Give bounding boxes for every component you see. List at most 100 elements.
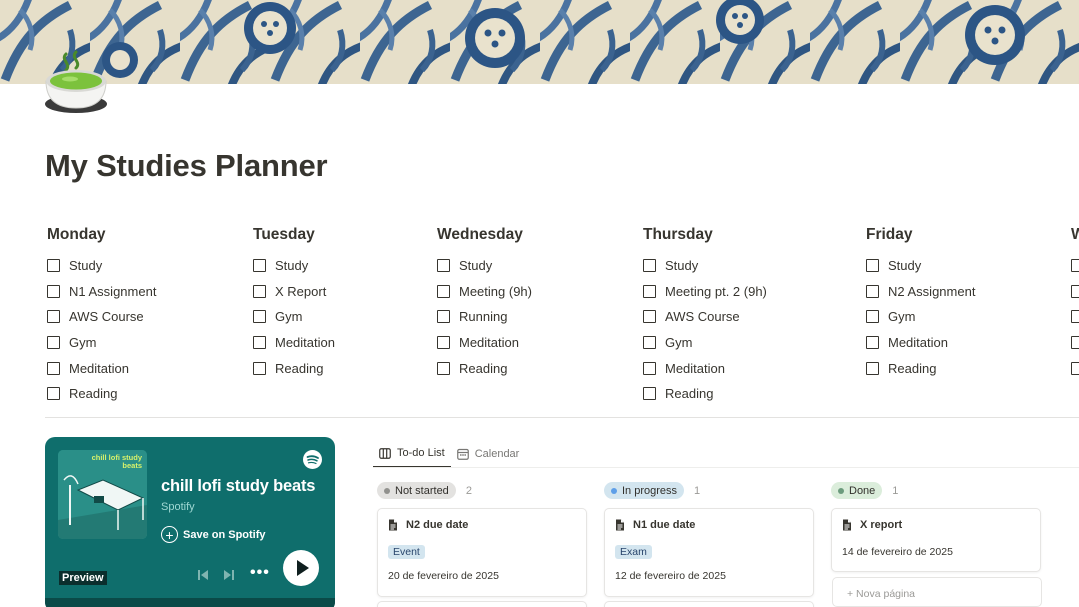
- todo-label[interactable]: Meditation: [459, 335, 519, 350]
- todo-item[interactable]: Meditation: [861, 330, 975, 356]
- day-heading[interactable]: Tuesday: [248, 226, 335, 246]
- todo-label[interactable]: Meditation: [275, 335, 335, 350]
- checkbox[interactable]: [253, 259, 266, 273]
- checkbox[interactable]: [1071, 284, 1079, 298]
- play-button[interactable]: [283, 550, 319, 586]
- card-title[interactable]: N1 due date: [615, 519, 695, 531]
- checkbox[interactable]: [47, 284, 60, 298]
- todo-item[interactable]: [1066, 330, 1079, 356]
- album-art[interactable]: chill lofi study beats: [58, 450, 147, 539]
- todo-label[interactable]: Study: [69, 258, 102, 273]
- checkbox[interactable]: [1071, 361, 1079, 375]
- checkbox[interactable]: [437, 310, 450, 324]
- todo-label[interactable]: Reading: [69, 386, 117, 401]
- checkbox[interactable]: [866, 361, 879, 375]
- todo-label[interactable]: Study: [275, 258, 308, 273]
- todo-label[interactable]: Meditation: [888, 335, 948, 350]
- checkbox[interactable]: [47, 387, 60, 401]
- todo-item[interactable]: Reading: [638, 381, 767, 407]
- skip-next-icon[interactable]: [223, 569, 235, 584]
- checkbox[interactable]: [643, 259, 656, 273]
- todo-label[interactable]: Study: [459, 258, 492, 273]
- todo-item[interactable]: Gym: [248, 304, 335, 330]
- board-column-header[interactable]: Done 1: [831, 482, 898, 499]
- checkbox[interactable]: [866, 284, 879, 298]
- todo-item[interactable]: Reading: [861, 355, 975, 381]
- todo-item[interactable]: Reading: [42, 381, 156, 407]
- todo-label[interactable]: Reading: [665, 386, 713, 401]
- todo-item[interactable]: Running: [432, 304, 532, 330]
- todo-label[interactable]: Study: [665, 258, 698, 273]
- todo-item[interactable]: AWS Course: [42, 304, 156, 330]
- todo-item[interactable]: Reading: [432, 355, 532, 381]
- todo-item[interactable]: Meditation: [432, 330, 532, 356]
- todo-item[interactable]: Meditation: [248, 330, 335, 356]
- todo-label[interactable]: AWS Course: [69, 309, 144, 324]
- checkbox[interactable]: [47, 259, 60, 273]
- checkbox[interactable]: [1071, 336, 1079, 350]
- page-title[interactable]: My Studies Planner: [45, 148, 328, 184]
- board-card[interactable]: [377, 601, 587, 607]
- day-heading[interactable]: Friday: [861, 226, 975, 246]
- todo-item[interactable]: [1066, 279, 1079, 305]
- todo-label[interactable]: Reading: [459, 361, 507, 376]
- todo-label[interactable]: N1 Assignment: [69, 284, 156, 299]
- day-heading[interactable]: Monday: [42, 226, 156, 246]
- board-card[interactable]: [604, 601, 814, 607]
- todo-item[interactable]: Study: [432, 253, 532, 279]
- checkbox[interactable]: [866, 310, 879, 324]
- todo-label[interactable]: Reading: [888, 361, 936, 376]
- todo-item[interactable]: Study: [42, 253, 156, 279]
- checkbox[interactable]: [643, 361, 656, 375]
- todo-label[interactable]: Gym: [665, 335, 692, 350]
- checkbox[interactable]: [437, 284, 450, 298]
- checkbox[interactable]: [437, 259, 450, 273]
- tab-calendar[interactable]: Calendar: [451, 440, 526, 468]
- todo-item[interactable]: Meditation: [638, 355, 767, 381]
- status-badge[interactable]: In progress: [604, 482, 685, 499]
- spotify-embed[interactable]: chill lofi study beats chill lofi study …: [45, 437, 335, 607]
- day-heading[interactable]: W: [1066, 226, 1079, 246]
- todo-item[interactable]: X Report: [248, 279, 335, 305]
- checkbox[interactable]: [437, 336, 450, 350]
- board-card[interactable]: N2 due date Event 20 de fevereiro de 2025: [377, 508, 587, 597]
- playlist-artist[interactable]: Spotify: [161, 501, 195, 513]
- checkbox[interactable]: [47, 336, 60, 350]
- card-title[interactable]: N2 due date: [388, 519, 468, 531]
- todo-item[interactable]: N2 Assignment: [861, 279, 975, 305]
- todo-item[interactable]: Meeting pt. 2 (9h): [638, 279, 767, 305]
- todo-label[interactable]: Meeting pt. 2 (9h): [665, 284, 767, 299]
- skip-previous-icon[interactable]: [197, 569, 209, 584]
- todo-label[interactable]: Gym: [888, 309, 915, 324]
- todo-label[interactable]: Gym: [69, 335, 96, 350]
- save-on-spotify-button[interactable]: + Save on Spotify: [161, 526, 266, 543]
- todo-label[interactable]: Meditation: [69, 361, 129, 376]
- day-heading[interactable]: Thursday: [638, 226, 767, 246]
- todo-label[interactable]: Meditation: [665, 361, 725, 376]
- todo-label[interactable]: Study: [888, 258, 921, 273]
- board-card[interactable]: X report 14 de fevereiro de 2025: [831, 508, 1041, 572]
- todo-item[interactable]: Gym: [638, 330, 767, 356]
- day-heading[interactable]: Wednesday: [432, 226, 532, 246]
- status-badge[interactable]: Not started: [377, 482, 456, 499]
- checkbox[interactable]: [253, 361, 266, 375]
- todo-label[interactable]: Gym: [275, 309, 302, 324]
- checkbox[interactable]: [253, 336, 266, 350]
- checkbox[interactable]: [253, 310, 266, 324]
- checkbox[interactable]: [643, 284, 656, 298]
- playlist-title[interactable]: chill lofi study beats: [161, 477, 315, 496]
- todo-item[interactable]: [1066, 355, 1079, 381]
- checkbox[interactable]: [866, 336, 879, 350]
- tab-to-do-list[interactable]: To-do List: [373, 440, 451, 468]
- status-badge[interactable]: Done: [831, 482, 883, 499]
- todo-item[interactable]: Study: [248, 253, 335, 279]
- board-card[interactable]: N1 due date Exam 12 de fevereiro de 2025: [604, 508, 814, 597]
- todo-item[interactable]: Study: [638, 253, 767, 279]
- spotify-logo-icon[interactable]: [303, 450, 322, 469]
- todo-item[interactable]: Meditation: [42, 355, 156, 381]
- checkbox[interactable]: [47, 361, 60, 375]
- todo-item[interactable]: N1 Assignment: [42, 279, 156, 305]
- matcha-tea-bowl-icon[interactable]: [42, 48, 112, 114]
- todo-label[interactable]: Meeting (9h): [459, 284, 532, 299]
- checkbox[interactable]: [1071, 259, 1079, 273]
